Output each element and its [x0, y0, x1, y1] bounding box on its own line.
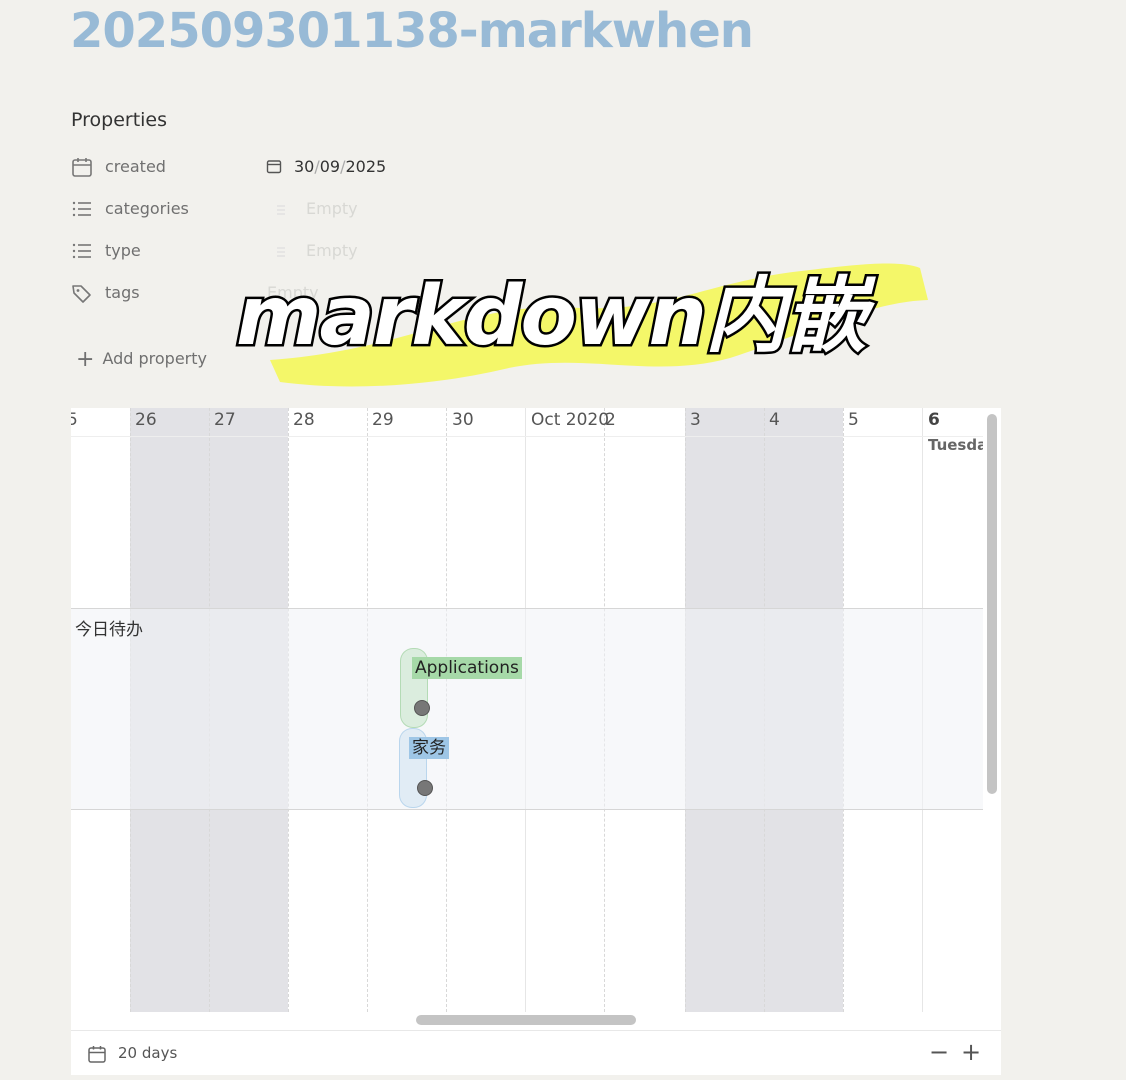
group-band[interactable] — [71, 608, 983, 810]
date-label: Oct 2020 — [531, 410, 610, 430]
property-label: categories — [105, 199, 189, 218]
vertical-scrollbar[interactable] — [987, 414, 997, 794]
empty-value[interactable]: Empty — [266, 197, 358, 222]
event-label[interactable]: 家务 — [409, 737, 449, 759]
event-label[interactable]: Applications — [412, 657, 522, 679]
add-property-button[interactable]: + Add property — [76, 346, 207, 373]
group-label: 今日待办 — [75, 620, 143, 640]
timeline-view[interactable]: 5 26 27 28 29 30 Oct 2020 2 3 4 5 6 Tues… — [71, 408, 1001, 1075]
property-label: created — [105, 157, 166, 176]
event-dot[interactable] — [417, 780, 433, 796]
plus-icon: + — [76, 347, 95, 372]
list-icon — [71, 198, 93, 220]
date-day: 30 — [294, 157, 315, 176]
date-label: 27 — [214, 410, 236, 430]
calendar-icon — [266, 157, 282, 181]
horizontal-scrollbar[interactable] — [416, 1015, 636, 1025]
date-label: 30 — [452, 410, 474, 430]
date-label: 4 — [769, 410, 780, 430]
date-label: 5 — [71, 410, 78, 430]
date-label: 29 — [372, 410, 394, 430]
date-year: 2025 — [345, 157, 387, 176]
zoom-out-button[interactable]: − — [927, 1037, 951, 1067]
calendar-icon — [87, 1044, 107, 1068]
date-label: 3 — [690, 410, 701, 430]
event-dot[interactable] — [414, 700, 430, 716]
date-label: 28 — [293, 410, 315, 430]
add-property-label: Add property — [102, 349, 207, 368]
list-icon — [71, 240, 93, 262]
tag-icon — [71, 282, 93, 304]
properties-heading: Properties — [71, 109, 168, 131]
zoom-in-button[interactable]: + — [959, 1037, 983, 1067]
calendar-icon — [71, 156, 93, 178]
date-month: 09 — [319, 157, 341, 176]
property-label: type — [105, 241, 141, 260]
empty-text: Empty — [306, 199, 358, 218]
range-label[interactable]: 20 days — [118, 1042, 177, 1064]
date-label: 6 — [928, 410, 940, 430]
date-label: 5 — [848, 410, 859, 430]
timeline-footer: 20 days − + — [71, 1030, 1001, 1075]
date-label: 26 — [135, 410, 157, 430]
page-title: 202509301138-markwhen — [70, 3, 754, 59]
timeline-grid[interactable]: 5 26 27 28 29 30 Oct 2020 2 3 4 5 6 Tues… — [71, 408, 983, 1012]
date-header: 5 26 27 28 29 30 Oct 2020 2 3 4 5 6 — [71, 408, 983, 437]
property-label: tags — [105, 283, 140, 302]
property-created[interactable]: created 30/09/2025 — [71, 152, 571, 182]
date-value[interactable]: 30/09/2025 — [266, 155, 386, 181]
overlay-caption: markdown内嵌 — [234, 267, 870, 367]
property-categories[interactable]: categories Empty — [71, 194, 571, 224]
day-name: Tuesda — [928, 436, 983, 454]
date-label: 2 — [605, 410, 616, 430]
list-icon — [266, 198, 296, 222]
